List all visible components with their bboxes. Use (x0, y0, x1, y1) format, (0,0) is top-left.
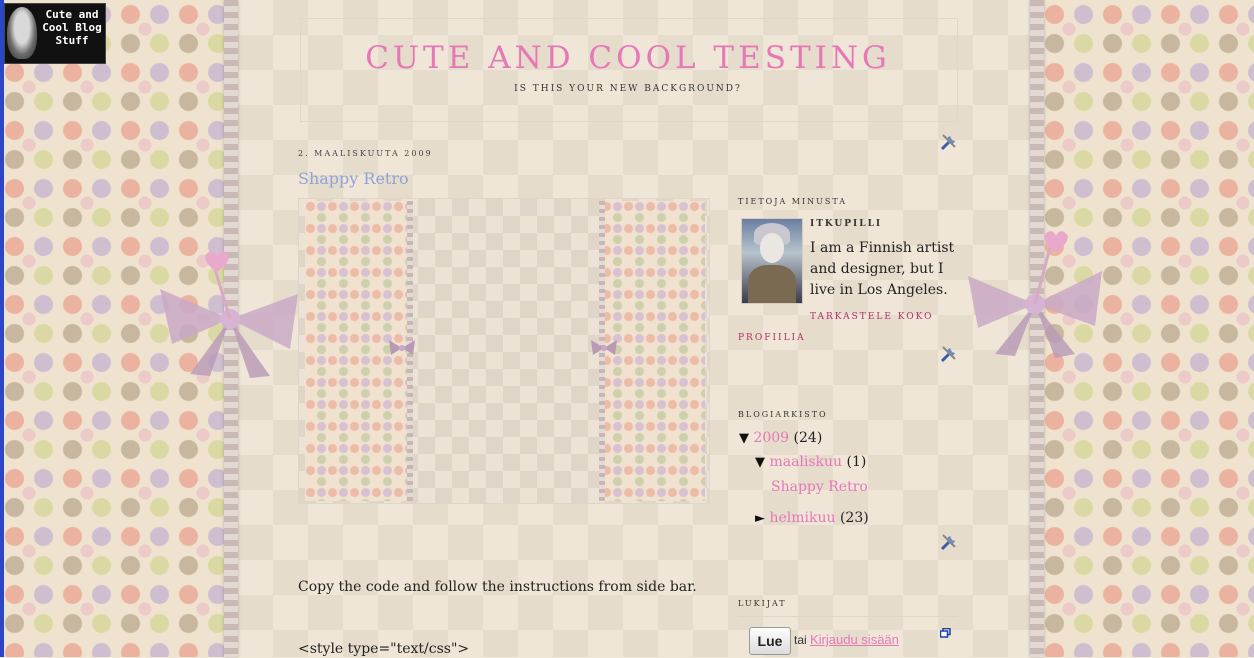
archive-year-row: ▼ 2009 (24) (739, 430, 822, 446)
view-full-profile-link[interactable]: TARKASTELE KOKO (810, 312, 934, 322)
blog-description: IS THIS YOUR NEW BACKGROUND? (514, 84, 742, 94)
post-image[interactable] (298, 198, 710, 504)
or-text: tai (794, 633, 807, 647)
view-full-profile-link-cont[interactable]: PROFIILIA (738, 333, 806, 343)
about-heading: TIETOJA MINUSTA (738, 197, 848, 206)
quick-edit-icon[interactable] (939, 344, 959, 364)
archive-month-row: ▼ maaliskuu (1) (755, 454, 866, 470)
window-edge (0, 0, 4, 657)
image-bow-right (591, 340, 617, 355)
archive-month-link[interactable]: maaliskuu (769, 454, 842, 470)
post-date: 2. MAALISKUUTA 2009 (298, 149, 433, 158)
profile-about-text: I am a Finnish artist and designer, but … (810, 240, 955, 298)
archive-month-toggle-icon[interactable]: ▼ (755, 455, 765, 470)
archive-month-link[interactable]: helmikuu (769, 510, 835, 526)
avatar-body (748, 265, 796, 303)
follow-button[interactable]: Lue (749, 627, 791, 655)
archive-post-row: Shappy Retro (771, 479, 868, 495)
archive-month-count: (1) (846, 454, 867, 470)
archive-month-row: ► helmikuu (23) (755, 510, 869, 526)
quick-edit-icon[interactable] (939, 532, 959, 552)
avatar-head (760, 233, 784, 263)
archive-post-link[interactable]: Shappy Retro (771, 479, 868, 495)
quick-edit-icon[interactable] (939, 132, 959, 152)
profile-name[interactable]: ITKUPILLI (810, 219, 882, 229)
left-bow-ornament (160, 251, 298, 378)
sign-in-link[interactable]: Kirjaudu sisään (810, 632, 899, 647)
blog-title[interactable]: CUTE AND COOL TESTING (300, 40, 956, 76)
archive-year-count: (24) (793, 430, 823, 446)
post-code-text: <style type="text/css"> (298, 641, 470, 657)
popout-window-icon[interactable] (940, 628, 951, 638)
logo-face-image (7, 7, 37, 59)
followers-heading: LUKIJAT (738, 599, 787, 608)
post-body-text: Copy the code and follow the instruction… (298, 579, 697, 595)
archive-month-toggle-icon[interactable]: ► (755, 511, 765, 526)
post-title[interactable]: Shappy Retro (298, 169, 409, 188)
archive-year-toggle-icon[interactable]: ▼ (739, 431, 749, 446)
avatar[interactable] (741, 218, 803, 304)
image-bow-left (389, 340, 415, 355)
archive-year-link[interactable]: 2009 (753, 430, 789, 446)
right-bow-ornament (968, 231, 1102, 358)
archive-heading: BLOGIARKISTO (738, 410, 828, 419)
site-logo[interactable]: Cute and Cool Blog Stuff (4, 3, 106, 64)
archive-month-count: (23) (839, 510, 869, 526)
logo-text: Cute and Cool Blog Stuff (42, 8, 102, 47)
